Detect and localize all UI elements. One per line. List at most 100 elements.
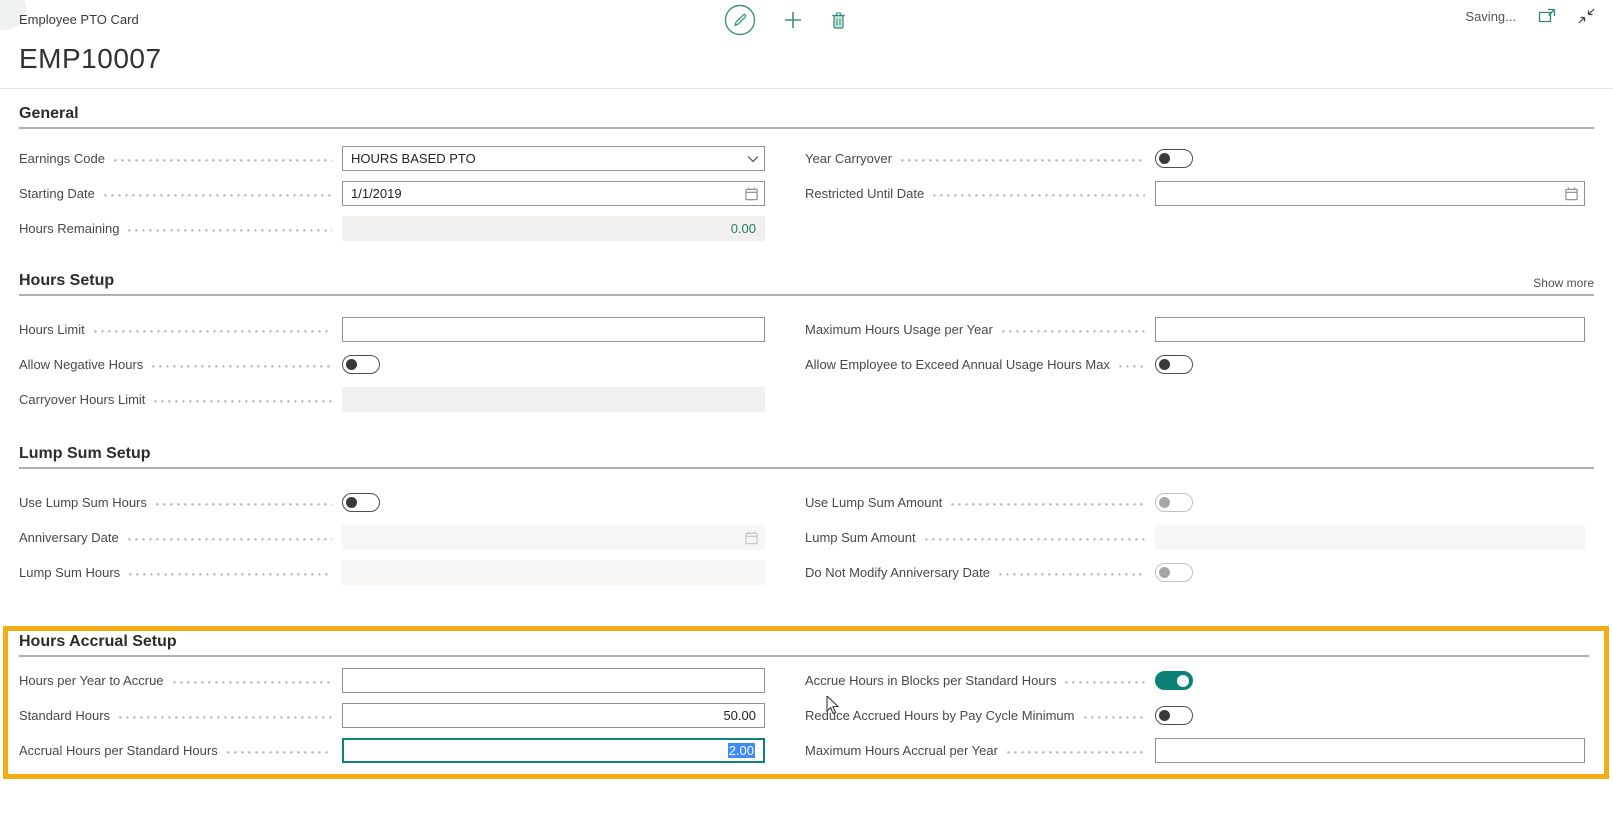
field-row: Starting Date 1/1/2019 [19, 176, 765, 211]
section-hours-accrual-header[interactable]: Hours Accrual Setup [19, 633, 1589, 657]
allow-exceed-annual-usage-label: Allow Employee to Exceed Annual Usage Ho… [805, 357, 1110, 372]
section-hours-setup: Hours Setup Show more Hours Limit Allow … [0, 272, 1613, 417]
toggle-knob [346, 359, 357, 370]
calendar-icon[interactable] [744, 186, 759, 201]
field-row: Accrue Hours in Blocks per Standard Hour… [805, 663, 1585, 698]
accrue-blocks-label: Accrue Hours in Blocks per Standard Hour… [805, 673, 1056, 688]
page-title: EMP10007 [19, 42, 1613, 76]
max-hours-accrual-per-year-input[interactable] [1155, 738, 1585, 763]
hours-limit-input[interactable] [342, 317, 765, 342]
toggle-knob [1159, 153, 1170, 164]
section-title: Hours Accrual Setup [19, 633, 177, 651]
field-row: Maximum Hours Accrual per Year [805, 733, 1585, 768]
earnings-code-value: HOURS BASED PTO [351, 151, 476, 166]
highlight-annotation-box: Hours Accrual Setup Hours per Year to Ac… [3, 626, 1609, 779]
field-row: Do Not Modify Anniversary Date [805, 555, 1585, 590]
lump-sum-hours-label: Lump Sum Hours [19, 565, 120, 580]
allow-negative-hours-toggle[interactable] [342, 355, 380, 374]
use-lump-sum-hours-toggle[interactable] [342, 493, 380, 512]
calendar-icon[interactable] [1564, 186, 1579, 201]
dotted-leader [156, 503, 332, 506]
section-title: Lump Sum Setup [19, 445, 151, 463]
field-row: Year Carryover [805, 141, 1585, 176]
dotted-leader [173, 681, 332, 684]
dotted-leader [94, 330, 332, 333]
pencil-circle-icon [724, 4, 756, 36]
max-hours-accrual-per-year-label: Maximum Hours Accrual per Year [805, 743, 998, 758]
section-general-header[interactable]: General [19, 105, 1594, 129]
dotted-leader [925, 538, 1145, 541]
year-carryover-toggle[interactable] [1155, 149, 1193, 168]
hours-accrual-right-column: Accrue Hours in Blocks per Standard Hour… [805, 663, 1585, 768]
year-carryover-label: Year Carryover [805, 151, 892, 166]
new-button[interactable] [784, 11, 802, 29]
max-hours-usage-label: Maximum Hours Usage per Year [805, 322, 993, 337]
reduce-accrued-pay-cycle-toggle[interactable] [1155, 706, 1193, 725]
accrual-hours-per-standard-input[interactable]: 2.00 [342, 738, 765, 763]
saving-status: Saving... [1465, 9, 1516, 24]
hours-setup-right-column: Maximum Hours Usage per Year Allow Emplo… [805, 312, 1585, 417]
allow-exceed-annual-usage-toggle[interactable] [1155, 355, 1193, 374]
field-row: Hours per Year to Accrue [19, 663, 765, 698]
anniversary-date-label: Anniversary Date [19, 530, 119, 545]
open-in-window-icon [1538, 8, 1556, 24]
do-not-modify-anniversary-label: Do Not Modify Anniversary Date [805, 565, 990, 580]
standard-hours-label: Standard Hours [19, 708, 110, 723]
field-row: Standard Hours 50.00 [19, 698, 765, 733]
dotted-leader [901, 159, 1145, 162]
page-caption: Employee PTO Card [19, 12, 139, 27]
delete-button[interactable] [830, 11, 847, 30]
toggle-knob [1159, 710, 1170, 721]
section-hours-accrual-setup: Hours Accrual Setup Hours per Year to Ac… [19, 633, 1589, 768]
earnings-code-label: Earnings Code [19, 151, 105, 166]
toggle-knob [346, 497, 357, 508]
toggle-knob [1159, 567, 1170, 578]
starting-date-input[interactable]: 1/1/2019 [342, 181, 765, 206]
edit-button[interactable] [724, 4, 756, 36]
field-row: Lump Sum Hours [19, 555, 765, 590]
toggle-knob [1159, 497, 1170, 508]
chevron-down-icon[interactable] [747, 155, 759, 163]
hours-per-year-accrue-input[interactable] [342, 668, 765, 693]
standard-hours-value: 50.00 [723, 708, 756, 723]
dotted-leader [1007, 751, 1145, 754]
accrue-blocks-toggle[interactable] [1155, 671, 1193, 690]
show-more-link[interactable]: Show more [1533, 276, 1594, 290]
field-row: Maximum Hours Usage per Year [805, 312, 1585, 347]
max-hours-usage-input[interactable] [1155, 317, 1585, 342]
dotted-leader [114, 159, 332, 162]
section-hours-setup-header[interactable]: Hours Setup Show more [19, 272, 1594, 296]
allow-negative-hours-label: Allow Negative Hours [19, 357, 143, 372]
toggle-knob [1177, 675, 1189, 687]
plus-icon [784, 11, 802, 29]
lump-sum-amount-field [1155, 525, 1585, 550]
dotted-leader [1065, 681, 1145, 684]
starting-date-label: Starting Date [19, 186, 95, 201]
starting-date-value: 1/1/2019 [351, 186, 402, 201]
dotted-leader [1119, 365, 1145, 368]
standard-hours-input[interactable]: 50.00 [342, 703, 765, 728]
carryover-hours-limit-label: Carryover Hours Limit [19, 392, 145, 407]
collapse-button[interactable] [1578, 8, 1595, 24]
field-row: Restricted Until Date [805, 176, 1585, 211]
section-lump-sum-header[interactable]: Lump Sum Setup [19, 445, 1594, 469]
field-row: Hours Remaining 0.00 [19, 211, 765, 246]
field-row: Allow Negative Hours [19, 347, 765, 382]
field-row: Anniversary Date [19, 520, 765, 555]
dotted-leader [227, 751, 332, 754]
earnings-code-select[interactable]: HOURS BASED PTO [342, 146, 765, 171]
open-in-window-button[interactable] [1538, 8, 1556, 24]
hours-accrual-left-column: Hours per Year to Accrue Standard Hours … [19, 663, 765, 768]
use-lump-sum-amount-toggle [1155, 493, 1193, 512]
anniversary-date-field [342, 525, 765, 550]
field-row: Hours Limit [19, 312, 765, 347]
toggle-knob [1159, 359, 1170, 370]
use-lump-sum-amount-label: Use Lump Sum Amount [805, 495, 942, 510]
dotted-leader [128, 229, 332, 232]
restricted-until-date-input[interactable] [1155, 181, 1585, 206]
calendar-icon [744, 530, 759, 545]
field-row: Use Lump Sum Hours [19, 485, 765, 520]
use-lump-sum-hours-label: Use Lump Sum Hours [19, 495, 147, 510]
field-row: Earnings Code HOURS BASED PTO [19, 141, 765, 176]
field-row: Reduce Accrued Hours by Pay Cycle Minimu… [805, 698, 1585, 733]
